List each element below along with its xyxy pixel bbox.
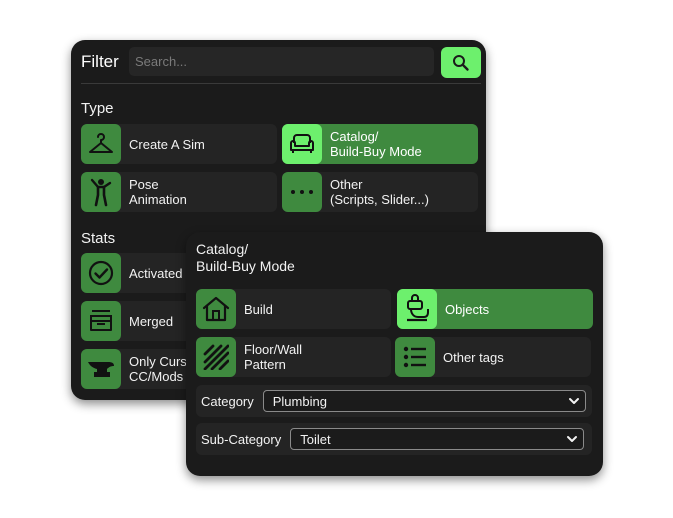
divider: [81, 83, 481, 84]
anvil-icon: [88, 362, 114, 377]
tile-label: Pose Animation: [129, 177, 187, 207]
tile-label: Catalog/ Build-Buy Mode: [330, 129, 422, 159]
tile-label: Floor/Wall Pattern: [244, 342, 303, 372]
house-icon: [202, 296, 230, 322]
tile-label: Other (Scripts, Slider...): [330, 177, 429, 207]
popup-build[interactable]: Build: [196, 289, 391, 329]
category-select[interactable]: Plumbing: [262, 390, 586, 412]
filter-title: Filter: [81, 52, 119, 71]
subcategory-select[interactable]: Toilet: [290, 428, 585, 450]
popup-other-tags[interactable]: Other tags: [395, 337, 591, 377]
tile-label: Other tags: [443, 349, 504, 365]
tile-label: Merged: [129, 313, 174, 329]
tile-label: Activated: [129, 265, 183, 281]
category-label: Category: [201, 393, 254, 409]
tile-label: Only Curs CC/Mods: [129, 354, 187, 384]
type-create-a-sim[interactable]: Create A Sim: [81, 124, 277, 164]
stripes-icon: [203, 344, 229, 370]
chevron-down-icon: [568, 398, 579, 404]
subcategory-label: Sub-Category: [201, 431, 282, 447]
tile-label: Build: [244, 301, 273, 317]
stats-section-label: Stats: [81, 230, 116, 247]
type-section-label: Type: [81, 100, 114, 117]
subcategory-row: Sub-Category Toilet: [196, 423, 592, 455]
objects-icon: [407, 294, 429, 322]
tile-label: Create A Sim: [129, 136, 205, 152]
list-icon: [403, 346, 426, 368]
hanger-icon: [89, 133, 113, 153]
ellipsis-icon: [291, 190, 313, 194]
type-catalog-build-buy[interactable]: Catalog/ Build-Buy Mode: [282, 124, 478, 164]
category-value: Plumbing: [272, 393, 327, 409]
pose-icon: [90, 178, 112, 207]
chevron-down-icon: [567, 436, 578, 442]
subcategory-value: Toilet: [300, 431, 331, 447]
popup-floor-wall-pattern[interactable]: Floor/Wall Pattern: [196, 337, 391, 377]
tile-label: Objects: [445, 301, 490, 317]
search-icon: [453, 54, 469, 71]
popup-objects[interactable]: Objects: [397, 289, 593, 329]
category-row: Category Plumbing: [196, 385, 592, 417]
type-pose-animation[interactable]: Pose Animation: [81, 172, 277, 212]
sofa-icon: [290, 134, 314, 153]
check-circle-icon: [88, 260, 114, 286]
popup-title: Catalog/ Build-Buy Mode: [196, 241, 295, 274]
search-input[interactable]: [129, 47, 434, 76]
catalog-popup: Catalog/ Build-Buy Mode Build Objects Fl…: [186, 232, 603, 476]
type-other[interactable]: Other (Scripts, Slider...): [282, 172, 478, 212]
merge-box-icon: [90, 310, 112, 331]
search-button[interactable]: [441, 47, 481, 78]
